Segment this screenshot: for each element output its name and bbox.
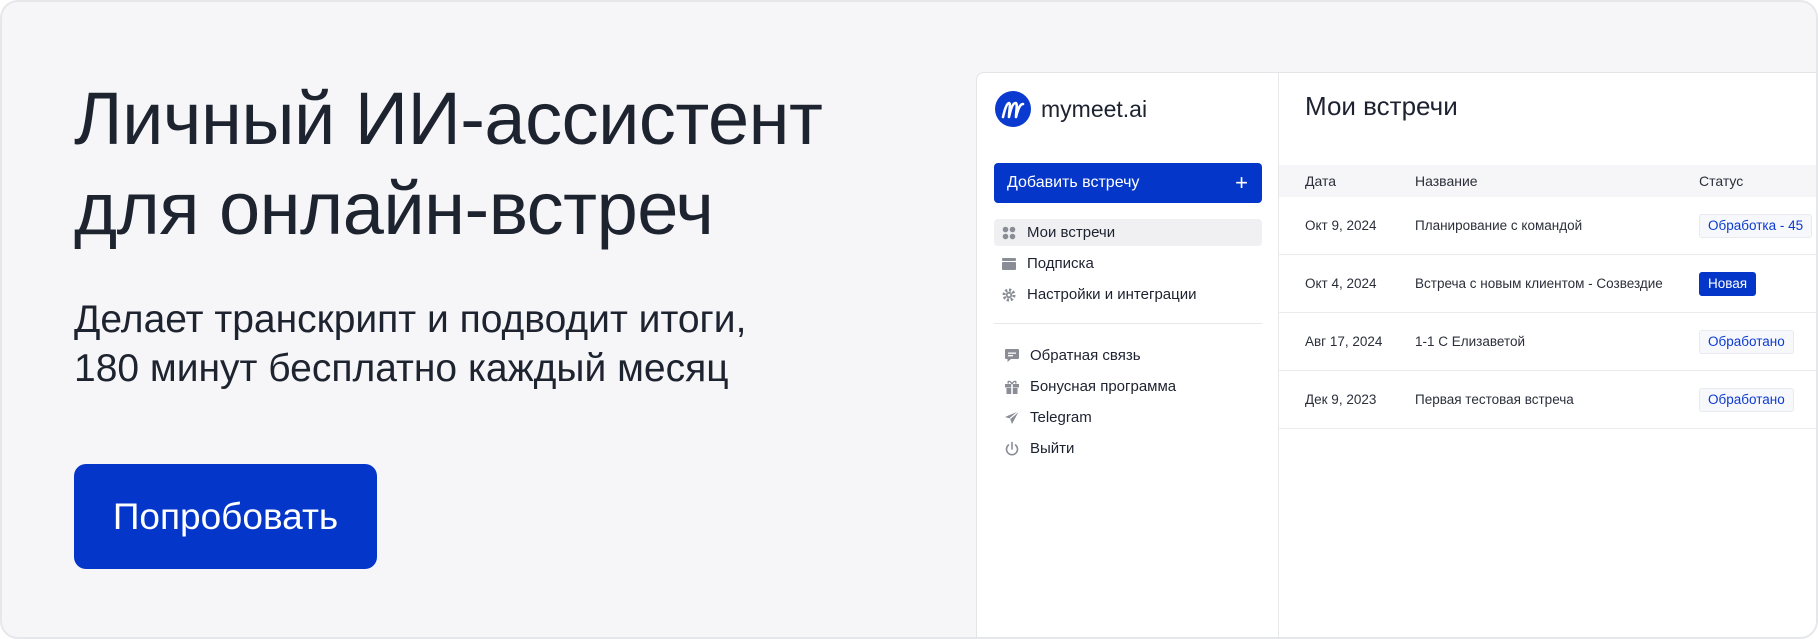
sidebar-item-logout[interactable]: Выйти [997,435,1265,462]
grid-icon [1000,224,1018,242]
nav-divider [994,323,1262,324]
send-icon [1003,409,1021,427]
table-row[interactable]: Окт 4, 2024 Встреча с новым клиентом - С… [1279,255,1816,313]
promo-banner: Личный ИИ-ассистент для онлайн-встреч Де… [0,0,1818,639]
sidebar-item-label: Подписка [1027,255,1094,272]
headline-line-2: для онлайн-встреч [74,167,714,250]
status-badge: Обработано [1699,387,1794,412]
meeting-name: Планирование с командой [1415,218,1583,233]
subheadline: Делает транскрипт и подводит итоги, 180 … [74,295,894,393]
status-badge: Обработка - 45 [1699,213,1813,238]
sidebar-item-settings[interactable]: Настройки и интеграции [994,281,1262,308]
sidebar-item-label: Настройки и интеграции [1027,286,1197,303]
sidebar: mymeet.ai Добавить встречу + Мои встречи [977,73,1279,637]
add-meeting-label: Добавить встречу [1007,174,1140,191]
meeting-name: Первая тестовая встреча [1415,392,1574,407]
status-badge: Новая [1699,271,1757,296]
table-row[interactable]: Авг 17, 2024 1-1 С Елизаветой Обработано [1279,313,1816,371]
meetings-table: Дата Название Статус Окт 9, 2024 Планиро… [1279,165,1816,429]
headline-line-1: Личный ИИ-ассистент [74,77,823,160]
logo-icon [995,91,1031,127]
sidebar-item-label: Бонусная программа [1030,378,1177,395]
subheadline-line-1: Делает транскрипт и подводит итоги, [74,298,747,341]
sidebar-item-label: Telegram [1030,409,1092,426]
sidebar-item-bonus[interactable]: Бонусная программа [997,373,1265,400]
page-title: Мои встречи [1305,91,1458,121]
power-icon [1003,440,1021,458]
meeting-name: Встреча с новым клиентом - Созвездие [1415,276,1663,291]
sidebar-item-telegram[interactable]: Telegram [997,404,1265,431]
logo-text: mymeet.ai [1041,95,1148,122]
table-row[interactable]: Дек 9, 2023 Первая тестовая встреча Обра… [1279,371,1816,429]
column-header-name[interactable]: Название [1391,173,1688,189]
sidebar-item-subscription[interactable]: Подписка [994,250,1262,277]
column-header-date[interactable]: Дата [1279,173,1391,189]
nav-secondary: Обратная связь Бонусная программа Telegr… [997,342,1265,466]
nav-primary: Мои встречи Подписка Настройки и интегра… [994,219,1262,312]
gear-icon [1000,286,1018,304]
column-header-status[interactable]: Статус [1688,173,1816,189]
wallet-icon [1000,255,1018,273]
status-badge: Обработано [1699,329,1794,354]
table-row[interactable]: Окт 9, 2024 Планирование с командой Обра… [1279,197,1816,255]
main-content: Мои встречи Дата Название Статус Окт 9, … [1279,73,1816,637]
subheadline-line-2: 180 минут бесплатно каждый месяц [74,347,729,390]
sidebar-item-label: Мои встречи [1027,224,1116,241]
sidebar-item-label: Обратная связь [1030,347,1141,364]
plus-icon: + [1235,170,1248,195]
meeting-name: 1-1 С Елизаветой [1415,334,1526,349]
table-header: Дата Название Статус [1279,165,1816,197]
try-button[interactable]: Попробовать [74,464,377,569]
logo[interactable]: mymeet.ai [995,91,1147,127]
meeting-date: Окт 4, 2024 [1305,276,1377,291]
meeting-date: Окт 9, 2024 [1305,218,1377,233]
sidebar-item-meetings[interactable]: Мои встречи [994,219,1262,246]
meeting-date: Авг 17, 2024 [1305,334,1383,349]
gift-icon [1003,378,1021,396]
app-preview: mymeet.ai Добавить встречу + Мои встречи [976,72,1816,637]
chat-icon [1003,347,1021,365]
sidebar-item-label: Выйти [1030,440,1075,457]
sidebar-item-feedback[interactable]: Обратная связь [997,342,1265,369]
add-meeting-button[interactable]: Добавить встречу + [994,163,1262,203]
headline: Личный ИИ-ассистент для онлайн-встреч [74,74,894,254]
meeting-date: Дек 9, 2023 [1305,392,1377,407]
